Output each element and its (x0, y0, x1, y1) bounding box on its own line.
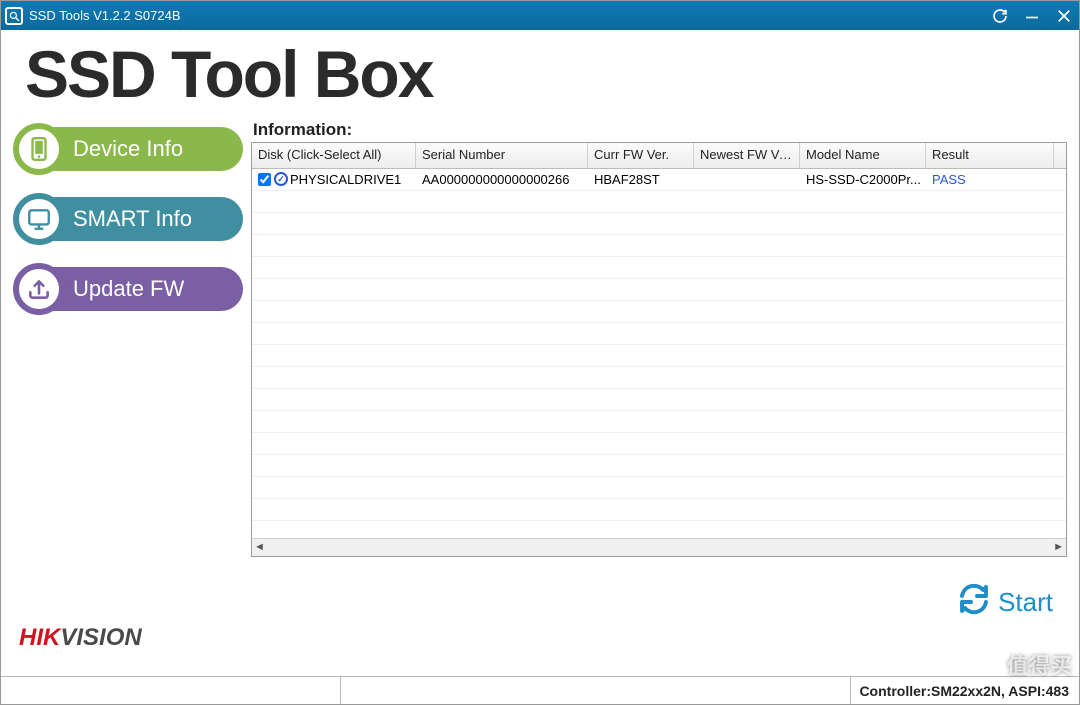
nav-update-fw[interactable]: Update FW (13, 264, 243, 314)
close-icon[interactable] (1055, 7, 1073, 25)
app-icon (5, 7, 23, 25)
col-model[interactable]: Model Name (800, 143, 926, 168)
drive-table: Disk (Click-Select All) Serial Number Cu… (251, 142, 1067, 557)
verified-icon: ✓ (274, 172, 288, 186)
col-serial[interactable]: Serial Number (416, 143, 588, 168)
section-heading: Information: (251, 120, 1067, 142)
col-disk[interactable]: Disk (Click-Select All) (252, 143, 416, 168)
refresh-icon[interactable] (991, 7, 1009, 25)
table-row (252, 521, 1066, 538)
upload-icon (13, 263, 65, 315)
table-row (252, 235, 1066, 257)
cell-disk: PHYSICALDRIVE1 (290, 172, 401, 187)
col-result[interactable]: Result (926, 143, 1054, 168)
cell-model: HS-SSD-C2000Pr... (800, 172, 926, 187)
table-row (252, 389, 1066, 411)
nav-smart-info[interactable]: SMART Info (13, 194, 243, 244)
table-row (252, 367, 1066, 389)
status-seg-2 (341, 677, 851, 704)
table-row (252, 345, 1066, 367)
app-banner: SSD Tool Box (1, 30, 1079, 120)
nav-device-info[interactable]: Device Info (13, 124, 243, 174)
content-panel: Information: Disk (Click-Select All) Ser… (251, 120, 1071, 676)
start-label: Start (998, 587, 1053, 618)
nav-label: Device Info (47, 127, 243, 171)
start-button[interactable]: Start (956, 581, 1053, 624)
scroll-right-icon[interactable]: ► (1053, 541, 1064, 553)
brand-part1: HIK (19, 624, 60, 651)
table-header: Disk (Click-Select All) Serial Number Cu… (252, 143, 1066, 169)
window-controls (991, 7, 1073, 25)
row-checkbox[interactable] (258, 173, 271, 186)
app-window: SSD Tools V1.2.2 S0724B SSD Tool Box (0, 0, 1080, 705)
table-row (252, 257, 1066, 279)
cell-curr-fw: HBAF28ST (588, 172, 694, 187)
window-body: SSD Tool Box Device Info SMART Info (1, 30, 1079, 704)
brand-logo: HIKVISION (13, 624, 243, 668)
col-newest-fw[interactable]: Newest FW Ver. (694, 143, 800, 168)
nav-label: Update FW (47, 267, 243, 311)
table-row (252, 433, 1066, 455)
status-seg-1 (1, 677, 341, 704)
table-row (252, 477, 1066, 499)
table-row (252, 411, 1066, 433)
cell-result: PASS (926, 172, 1054, 187)
col-curr-fw[interactable]: Curr FW Ver. (588, 143, 694, 168)
main-area: Device Info SMART Info Update FW HIKVISI… (1, 120, 1079, 676)
minimize-icon[interactable] (1023, 7, 1041, 25)
nav-label: SMART Info (47, 197, 243, 241)
table-row (252, 191, 1066, 213)
table-row (252, 455, 1066, 477)
table-row (252, 323, 1066, 345)
monitor-icon (13, 193, 65, 245)
table-row (252, 213, 1066, 235)
window-title: SSD Tools V1.2.2 S0724B (29, 8, 181, 23)
sidebar: Device Info SMART Info Update FW HIKVISI… (1, 120, 251, 676)
scroll-left-icon[interactable]: ◄ (254, 541, 265, 553)
title-bar[interactable]: SSD Tools V1.2.2 S0724B (1, 1, 1079, 30)
table-body: ✓PHYSICALDRIVE1 AA000000000000000266HBAF2… (252, 169, 1066, 538)
status-controller: Controller:SM22xx2N, ASPI:483 (851, 677, 1079, 704)
status-bar: Controller:SM22xx2N, ASPI:483 (1, 676, 1079, 704)
horizontal-scrollbar[interactable]: ◄ ► (252, 538, 1066, 556)
table-row (252, 279, 1066, 301)
refresh-start-icon (956, 581, 992, 624)
cell-serial: AA000000000000000266 (416, 172, 588, 187)
table-row (252, 499, 1066, 521)
device-icon (13, 123, 65, 175)
brand-part2: VISION (60, 624, 141, 651)
table-row[interactable]: ✓PHYSICALDRIVE1 AA000000000000000266HBAF2… (252, 169, 1066, 191)
action-row: Start (251, 557, 1067, 628)
table-row (252, 301, 1066, 323)
